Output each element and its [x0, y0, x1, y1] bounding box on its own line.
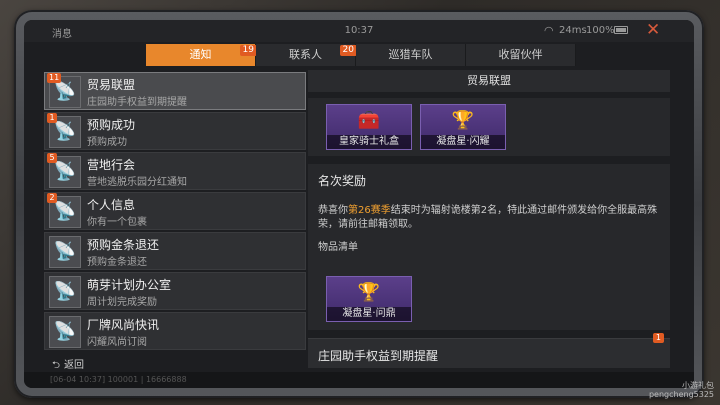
list-item-subtitle: 周计划完成奖励 — [87, 297, 157, 308]
bottom-info-bar: [06-04 10:37] 100001 | 16666888 — [24, 372, 694, 388]
list-item[interactable]: 📡 1 预购成功 预购成功 — [44, 112, 306, 150]
list-item-subtitle: 你有一个包裹 — [87, 217, 147, 228]
item-card[interactable]: 🏆 凝盘星·闪耀 — [420, 104, 506, 150]
item-label: 凝盘星·问鼎 — [327, 307, 411, 321]
unread-badge: 1 — [47, 113, 57, 123]
status-bar: 消息 10:37 ◠ 24ms 100% ✕ — [24, 20, 694, 42]
satellite-dish-icon: 📡 — [49, 276, 81, 308]
tab-label: 联系人 — [289, 48, 322, 61]
list-item-subtitle: 闪耀风尚订阅 — [87, 337, 147, 348]
battery-icon — [614, 26, 628, 34]
item-label: 皇家骑士礼盒 — [327, 135, 411, 149]
list-item[interactable]: 📡 厂牌风尚快讯 闪耀风尚订阅 — [44, 312, 306, 350]
tab-hunting-squad[interactable]: 巡猎车队 — [356, 44, 466, 66]
tab-partners[interactable]: 收留伙伴 — [466, 44, 576, 66]
close-icon[interactable]: ✕ — [646, 22, 660, 39]
trophy-icon: 🏆 — [451, 110, 475, 131]
list-item-subtitle: 营地逃脱乐园分红通知 — [87, 177, 187, 188]
tab-badge: 20 — [339, 45, 357, 56]
unread-badge: 1 — [652, 333, 664, 343]
tab-label: 收留伙伴 — [498, 48, 543, 61]
reward-section: 名次奖励 恭喜你第26赛季结束时为辐射诡楼第2名，特此通过邮件颁发给你全服最高殊… — [308, 164, 670, 330]
list-item-subtitle: 预购金条退还 — [87, 257, 147, 268]
tab-contacts[interactable]: 联系人 20 — [256, 44, 357, 66]
reward-text-highlight: 第26赛季 — [348, 205, 391, 216]
tab-label: 巡猎车队 — [388, 48, 433, 61]
unread-badge: 2 — [47, 193, 57, 203]
item-card[interactable]: 🏆 凝盘星·问鼎 — [326, 276, 412, 322]
list-item-title: 预购成功 — [87, 118, 136, 132]
list-item[interactable]: 📡 2 个人信息 你有一个包裹 — [44, 192, 306, 230]
status-ping: 24ms — [559, 25, 587, 36]
wifi-icon: ◠ — [544, 24, 554, 37]
list-item[interactable]: 📡 萌芽计划办公室 周计划完成奖励 — [44, 272, 306, 310]
list-item-title: 个人信息 — [87, 198, 136, 212]
attachment-items: 🧰 皇家骑士礼盒 🏆 凝盘星·闪耀 — [308, 98, 670, 156]
satellite-dish-icon: 📡 — [49, 236, 81, 268]
unread-badge: 5 — [47, 153, 57, 163]
watermark: 小游礼包 pengcheng5325 — [630, 381, 714, 399]
detail-header: 贸易联盟 — [308, 70, 670, 92]
tab-badge: 19 — [239, 45, 257, 56]
tab-bar: 通知 19 联系人 20 巡猎车队 收留伙伴 — [146, 44, 576, 66]
list-item-subtitle: 庄园助手权益到期提醒 — [87, 97, 187, 108]
gift-box-icon: 🧰 — [357, 110, 381, 131]
reward-text-pre: 恭喜你 — [318, 205, 348, 216]
list-item-title: 萌芽计划办公室 — [87, 278, 172, 292]
message-list: 📡 11 贸易联盟 庄园助手权益到期提醒 📡 1 预购成功 预购成功 📡 5 营… — [44, 72, 306, 354]
trophy-icon: 🏆 — [357, 282, 381, 303]
list-item[interactable]: 📡 11 贸易联盟 庄园助手权益到期提醒 — [44, 72, 306, 110]
tab-notice[interactable]: 通知 19 — [146, 44, 257, 66]
list-item-title: 营地行会 — [87, 158, 136, 172]
message-detail-panel: 贸易联盟 🧰 皇家骑士礼盒 🏆 凝盘星·闪耀 名次奖励 恭喜你第26赛季结束时为… — [308, 68, 670, 368]
status-battery: 100% — [586, 25, 615, 36]
back-label: 返回 — [64, 360, 85, 371]
watermark-line1: 小游礼包 — [682, 381, 714, 390]
list-item[interactable]: 庄园助手权益到期提醒 1 — [308, 333, 670, 368]
back-arrow-icon: ⮌ — [52, 360, 61, 371]
notice-title: 庄园助手权益到期提醒 — [318, 349, 439, 363]
unread-badge: 11 — [47, 73, 62, 83]
reward-text: 恭喜你第26赛季结束时为辐射诡楼第2名，特此通过邮件颁发给你全服最高殊荣，请前往… — [318, 204, 658, 232]
item-label: 凝盘星·闪耀 — [421, 135, 505, 149]
satellite-dish-icon: 📡 — [49, 316, 81, 348]
watermark-line2: pengcheng5325 — [648, 390, 714, 399]
list-item[interactable]: 📡 5 营地行会 营地逃脱乐园分红通知 — [44, 152, 306, 190]
list-item-subtitle: 预购成功 — [87, 137, 127, 148]
item-list-title: 物品清单 — [318, 242, 358, 253]
reward-title: 名次奖励 — [318, 174, 367, 188]
mail-screen: 消息 10:37 ◠ 24ms 100% ✕ 通知 19 联系人 20 巡猎车队… — [24, 20, 694, 388]
list-item[interactable]: 📡 预购金条退还 预购金条退还 — [44, 232, 306, 270]
tab-label: 通知 — [189, 48, 212, 61]
list-item-title: 贸易联盟 — [87, 78, 136, 92]
list-item-title: 预购金条退还 — [87, 238, 160, 252]
item-card[interactable]: 🧰 皇家骑士礼盒 — [326, 104, 412, 150]
list-item-title: 厂牌风尚快讯 — [87, 318, 160, 332]
